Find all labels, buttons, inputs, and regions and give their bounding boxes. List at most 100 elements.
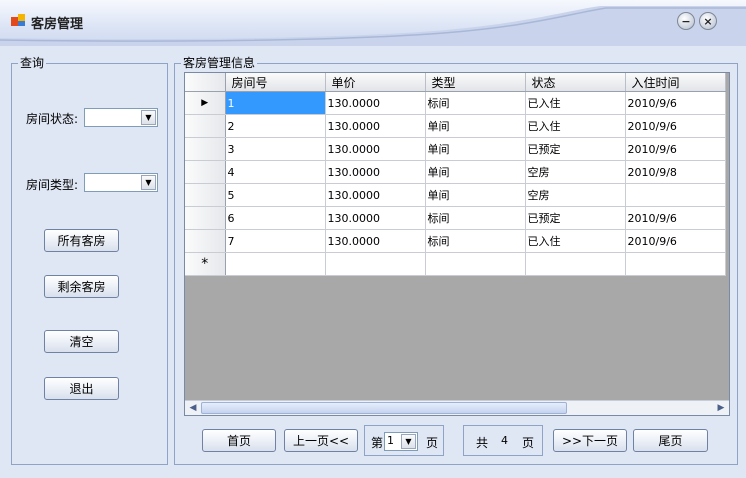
table-cell[interactable]: 6 xyxy=(225,206,326,230)
scroll-left-icon[interactable]: ◀ xyxy=(186,402,200,414)
table-cell[interactable]: 已预定 xyxy=(525,137,626,161)
prev-page-button[interactable]: 上一页<< xyxy=(284,429,358,452)
table-cell[interactable]: 130.0000 xyxy=(325,183,426,207)
total-pages-value: 4 xyxy=(501,434,508,447)
table-cell[interactable]: 标间 xyxy=(425,206,526,230)
table-cell[interactable]: 2010/9/6 xyxy=(625,206,726,230)
column-header-type[interactable]: 类型 xyxy=(425,73,526,92)
chevron-down-icon: ▼ xyxy=(145,113,152,122)
table-cell[interactable]: 3 xyxy=(225,137,326,161)
column-header-checkin-time[interactable]: 入住时间 xyxy=(625,73,726,92)
new-row[interactable]: * xyxy=(185,252,726,276)
table-row[interactable]: 3 130.0000 单间 已预定 2010/9/6 xyxy=(185,137,726,161)
table-cell[interactable]: 2010/9/6 xyxy=(625,229,726,253)
scroll-right-icon[interactable]: ▶ xyxy=(714,402,728,414)
table-cell[interactable]: 单间 xyxy=(425,160,526,184)
new-row-indicator: * xyxy=(185,252,226,276)
table-cell[interactable]: 1 xyxy=(225,91,326,115)
last-page-button[interactable]: 尾页 xyxy=(633,429,708,452)
page-dropdown-button[interactable]: ▼ xyxy=(401,434,416,449)
table-cell[interactable]: 单间 xyxy=(425,183,526,207)
table-cell[interactable]: 2010/9/6 xyxy=(625,114,726,138)
table-cell[interactable]: 2010/9/8 xyxy=(625,160,726,184)
corner-header xyxy=(185,73,226,92)
table-cell[interactable]: 4 xyxy=(225,160,326,184)
table-cell[interactable]: 已入住 xyxy=(525,114,626,138)
table-row[interactable]: 6 130.0000 标间 已预定 2010/9/6 xyxy=(185,206,726,230)
scrollbar-thumb[interactable] xyxy=(201,402,567,414)
close-icon: × xyxy=(703,14,713,28)
room-status-select[interactable]: ▼ xyxy=(84,108,158,127)
table-cell[interactable]: 已入住 xyxy=(525,91,626,115)
column-header-price[interactable]: 单价 xyxy=(325,73,426,92)
table-cell[interactable]: 130.0000 xyxy=(325,137,426,161)
table-cell[interactable] xyxy=(625,252,726,276)
table-cell[interactable]: 已预定 xyxy=(525,206,626,230)
table-cell[interactable]: 已入住 xyxy=(525,229,626,253)
chevron-down-icon: ▼ xyxy=(405,437,412,446)
remaining-rooms-button[interactable]: 剩余客房 xyxy=(44,275,119,298)
page-suffix-label: 页 xyxy=(426,436,439,450)
table-cell[interactable]: 空房 xyxy=(525,183,626,207)
rooms-grid[interactable]: 房间号 单价 类型 状态 入住时间 ▶ 1 130.0000 标间 已入住 20… xyxy=(184,72,730,416)
current-row-indicator: ▶ xyxy=(185,91,226,115)
table-cell[interactable] xyxy=(625,183,726,207)
table-cell[interactable] xyxy=(525,252,626,276)
table-cell[interactable]: 130.0000 xyxy=(325,91,426,115)
all-rooms-button[interactable]: 所有客房 xyxy=(44,229,119,252)
table-cell[interactable]: 5 xyxy=(225,183,326,207)
table-row[interactable]: 7 130.0000 标间 已入住 2010/9/6 xyxy=(185,229,726,253)
room-info-group-label: 客房管理信息 xyxy=(181,56,258,70)
room-type-label: 房间类型: xyxy=(26,178,79,192)
column-header-status[interactable]: 状态 xyxy=(525,73,626,92)
room-type-dropdown-button[interactable]: ▼ xyxy=(141,175,156,190)
row-header[interactable] xyxy=(185,206,226,230)
room-type-select[interactable]: ▼ xyxy=(84,173,158,192)
table-cell[interactable]: 130.0000 xyxy=(325,114,426,138)
exit-button[interactable]: 退出 xyxy=(44,377,119,400)
table-cell[interactable] xyxy=(325,252,426,276)
app-icon xyxy=(11,14,25,26)
first-page-button[interactable]: 首页 xyxy=(202,429,276,452)
row-header[interactable] xyxy=(185,114,226,138)
page-select[interactable]: 1 ▼ xyxy=(384,432,418,451)
clear-button[interactable]: 清空 xyxy=(44,330,119,353)
row-header[interactable] xyxy=(185,160,226,184)
column-header-room-no[interactable]: 房间号 xyxy=(225,73,326,92)
table-cell[interactable]: 单间 xyxy=(425,114,526,138)
page-select-value: 1 xyxy=(387,434,394,447)
row-header[interactable] xyxy=(185,183,226,207)
table-cell[interactable]: 2010/9/6 xyxy=(625,91,726,115)
window-title: 客房管理 xyxy=(31,17,84,32)
rooms-table: 房间号 单价 类型 状态 入住时间 ▶ 1 130.0000 标间 已入住 20… xyxy=(185,73,726,276)
total-prefix-label: 共 xyxy=(476,436,489,450)
table-cell[interactable]: 2 xyxy=(225,114,326,138)
title-bar-decoration xyxy=(0,6,746,46)
row-header[interactable] xyxy=(185,137,226,161)
table-cell[interactable]: 130.0000 xyxy=(325,160,426,184)
table-cell[interactable]: 标间 xyxy=(425,91,526,115)
table-cell[interactable]: 2010/9/6 xyxy=(625,137,726,161)
table-cell[interactable] xyxy=(425,252,526,276)
total-pages-box: 共 4 页 xyxy=(463,425,543,456)
table-cell[interactable]: 标间 xyxy=(425,229,526,253)
page-prefix-label: 第 xyxy=(371,436,384,450)
table-row[interactable]: 2 130.0000 单间 已入住 2010/9/6 xyxy=(185,114,726,138)
title-bar: 客房管理 − × xyxy=(0,0,746,46)
table-row[interactable]: 5 130.0000 单间 空房 xyxy=(185,183,726,207)
row-header[interactable] xyxy=(185,229,226,253)
table-row[interactable]: ▶ 1 130.0000 标间 已入住 2010/9/6 xyxy=(185,91,726,115)
next-page-button[interactable]: >>下一页 xyxy=(553,429,627,452)
table-row[interactable]: 4 130.0000 单间 空房 2010/9/8 xyxy=(185,160,726,184)
table-cell[interactable]: 7 xyxy=(225,229,326,253)
table-cell[interactable]: 130.0000 xyxy=(325,229,426,253)
table-cell[interactable] xyxy=(225,252,326,276)
room-status-label: 房间状态: xyxy=(26,112,79,126)
table-cell[interactable]: 130.0000 xyxy=(325,206,426,230)
minimize-button[interactable]: − xyxy=(677,12,695,30)
room-status-dropdown-button[interactable]: ▼ xyxy=(141,110,156,125)
table-cell[interactable]: 单间 xyxy=(425,137,526,161)
horizontal-scrollbar[interactable]: ◀ ▶ xyxy=(185,400,729,415)
close-button[interactable]: × xyxy=(699,12,717,30)
table-cell[interactable]: 空房 xyxy=(525,160,626,184)
